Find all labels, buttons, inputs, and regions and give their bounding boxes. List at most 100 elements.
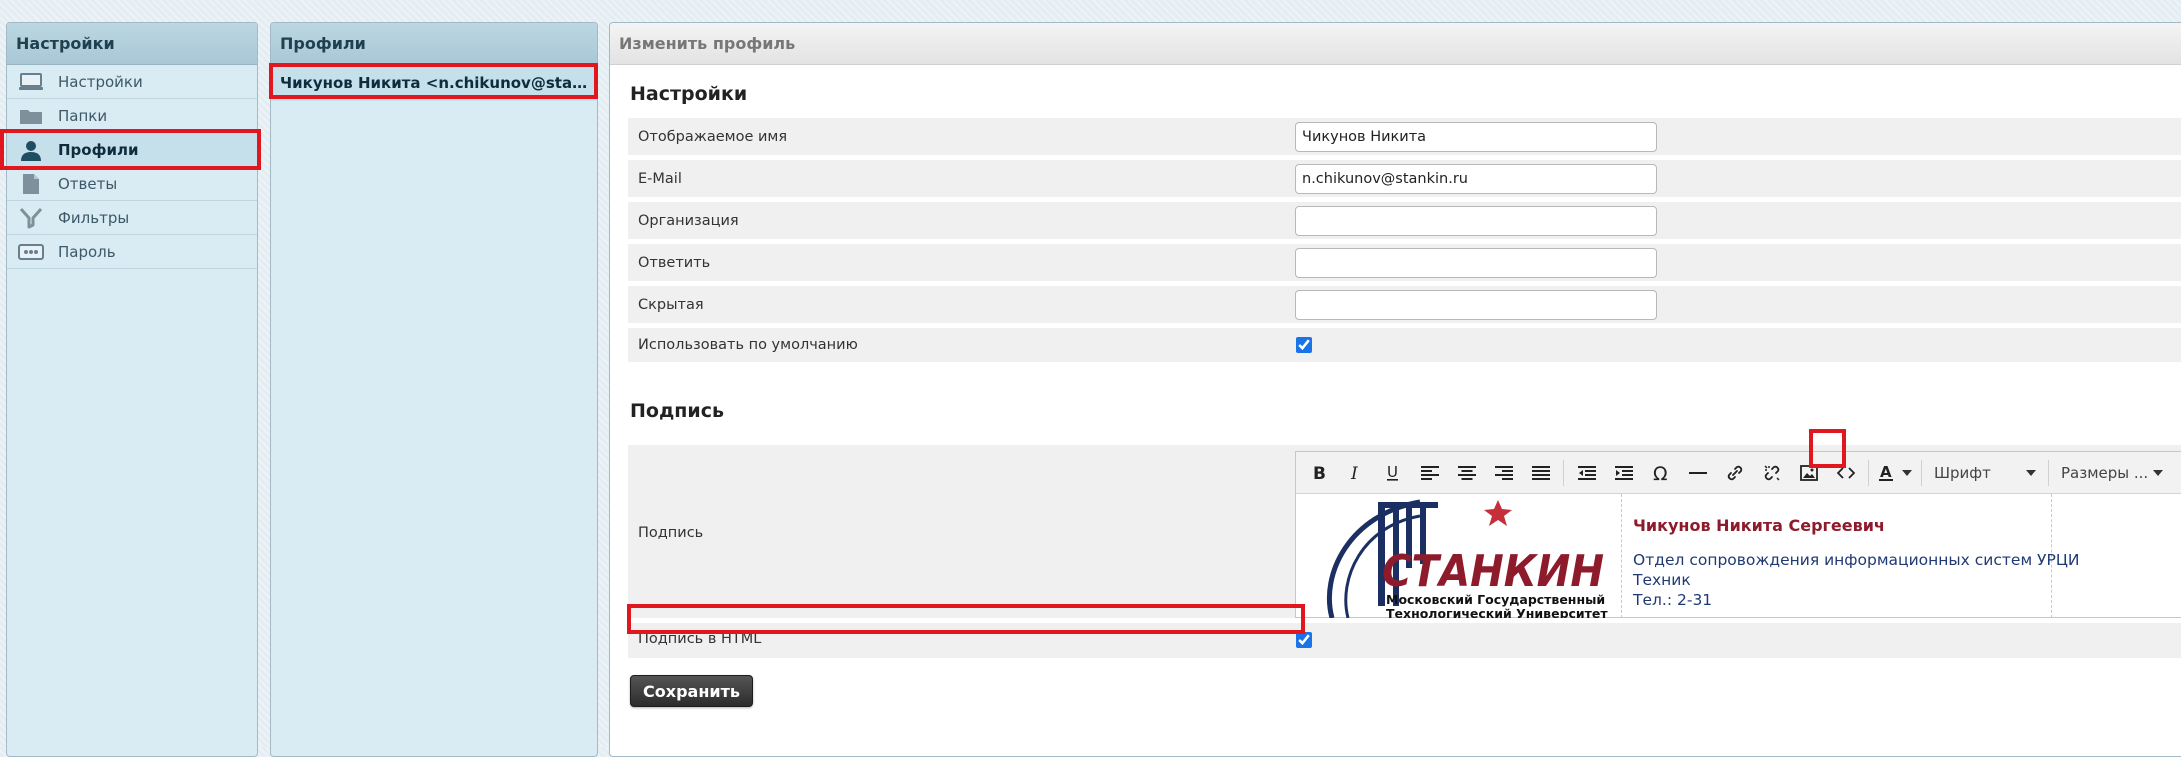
link-button[interactable]: [1716, 457, 1753, 489]
profiles-list-panel: Профили Чикунов Никита <n.chikunov@stank…: [270, 22, 598, 757]
bold-icon: B: [1313, 464, 1326, 482]
editor-toolbar: B I U Ω A Шрифт Размеры ...: [1296, 452, 2181, 494]
settings-section-title: Настройки: [630, 83, 748, 105]
organization-input[interactable]: [1295, 205, 1657, 236]
toolbar-separator: [1563, 459, 1564, 486]
html-signature-label: Подпись в HTML: [638, 631, 762, 647]
default-label: Использовать по умолчанию: [638, 337, 858, 353]
logo-subtitle-line2: Технологический Университет: [1386, 606, 1608, 618]
sidebar-item-label: Настройки: [58, 72, 143, 91]
svg-text:A: A: [1880, 464, 1892, 481]
organization-row: Организация: [628, 202, 2181, 239]
sidebar-item-filters[interactable]: Фильтры: [7, 201, 257, 235]
link-icon: [1727, 465, 1742, 480]
edit-profile-title: Изменить профиль: [610, 23, 2181, 65]
email-row: E-Mail: [628, 160, 2181, 197]
chevron-down-icon: [1902, 469, 1912, 476]
logo-text: СТАНКИН: [1382, 546, 1604, 597]
source-code-button[interactable]: [1827, 457, 1864, 489]
sidebar-item-password[interactable]: Пароль: [7, 235, 257, 269]
omega-icon: Ω: [1653, 464, 1668, 482]
bcc-input[interactable]: [1295, 289, 1657, 320]
font-family-dropdown[interactable]: Шрифт: [1926, 457, 2044, 489]
chevron-down-icon: [2153, 469, 2163, 476]
toolbar-separator: [1868, 459, 1869, 486]
svg-text:U: U: [1387, 464, 1398, 481]
email-input[interactable]: [1295, 163, 1657, 194]
html-signature-checkbox[interactable]: [1296, 632, 1312, 648]
profiles-list-title: Профили: [271, 23, 597, 65]
indent-icon: [1614, 465, 1633, 480]
sidebar-item-label: Папки: [58, 106, 108, 125]
save-button[interactable]: Сохранить: [630, 675, 753, 707]
align-center-icon: [1457, 465, 1476, 480]
unlink-icon: [1763, 464, 1780, 481]
display-name-label: Отображаемое имя: [638, 128, 788, 145]
text-color-button[interactable]: A: [1873, 457, 1917, 489]
document-icon: [16, 173, 46, 195]
underline-icon: U: [1386, 464, 1398, 481]
align-right-button[interactable]: [1485, 457, 1522, 489]
signature-content-area[interactable]: СТАНКИН Московский Государственный Техно…: [1296, 494, 2181, 618]
edit-profile-panel: Изменить профиль Настройки Отображаемое …: [609, 22, 2181, 757]
display-name-input[interactable]: [1295, 121, 1657, 152]
image-icon: [1799, 464, 1818, 481]
stankin-logo: СТАНКИН Московский Государственный Техно…: [1326, 499, 1608, 618]
align-left-icon: [1420, 465, 1439, 480]
display-name-row: Отображаемое имя: [628, 118, 2181, 155]
password-icon: [16, 241, 46, 263]
svg-text:B: B: [1313, 464, 1326, 482]
align-center-button[interactable]: [1448, 457, 1485, 489]
underline-button[interactable]: U: [1374, 457, 1411, 489]
chevron-down-icon: [2026, 469, 2036, 476]
sidebar-item-responses[interactable]: Ответы: [7, 167, 257, 201]
align-justify-button[interactable]: [1522, 457, 1559, 489]
align-left-button[interactable]: [1411, 457, 1448, 489]
horizontal-rule-button[interactable]: [1679, 457, 1716, 489]
svg-text:I: I: [1350, 464, 1358, 482]
bold-button[interactable]: B: [1300, 457, 1337, 489]
logo-subtitle-line1: Московский Государственный: [1386, 592, 1605, 607]
svg-text:Ω: Ω: [1653, 464, 1668, 482]
signature-logo-cell: СТАНКИН Московский Государственный Техно…: [1300, 494, 1622, 618]
align-justify-icon: [1531, 465, 1550, 480]
sidebar-item-label: Пароль: [58, 242, 116, 261]
italic-button[interactable]: I: [1337, 457, 1374, 489]
settings-sidebar-title: Настройки: [7, 23, 257, 65]
signature-text-cell: Чикунов Никита Сергеевич Отдел сопровожд…: [1622, 494, 2079, 618]
sidebar-item-profiles[interactable]: Профили: [7, 133, 257, 167]
sidebar-item-settings[interactable]: Настройки: [7, 65, 257, 99]
outdent-icon: [1577, 465, 1596, 480]
sidebar-item-label: Профили: [58, 140, 139, 159]
reply-to-row: Ответить: [628, 244, 2181, 281]
horizontal-rule-icon: [1688, 471, 1707, 474]
toolbar-separator: [2048, 459, 2049, 486]
sidebar-item-folders[interactable]: Папки: [7, 99, 257, 133]
monitor-icon: [16, 71, 46, 93]
sidebar-item-label: Фильтры: [58, 208, 130, 227]
align-right-icon: [1494, 465, 1513, 480]
default-row: Использовать по умолчанию: [628, 328, 2181, 362]
signature-section-title: Подпись: [630, 400, 725, 422]
signature-department: Отдел сопровождения информационных систе…: [1633, 551, 2080, 569]
unlink-button[interactable]: [1753, 457, 1790, 489]
signature-full-name: Чикунов Никита Сергеевич: [1633, 516, 1885, 535]
default-checkbox[interactable]: [1296, 337, 1312, 353]
reply-to-input[interactable]: [1295, 247, 1657, 278]
profile-list-item[interactable]: Чикунов Никита <n.chikunov@stankin.ru>: [271, 65, 597, 101]
outdent-button[interactable]: [1568, 457, 1605, 489]
image-button[interactable]: [1790, 457, 1827, 489]
email-label: E-Mail: [638, 170, 682, 187]
indent-button[interactable]: [1605, 457, 1642, 489]
signature-position: Техник: [1633, 571, 1691, 589]
special-char-button[interactable]: Ω: [1642, 457, 1679, 489]
signature-editor: B I U Ω A Шрифт Размеры ... СТАНКИН Моск…: [1295, 451, 2181, 618]
sidebar-item-label: Ответы: [58, 174, 118, 193]
code-icon: [1836, 466, 1855, 479]
font-size-dropdown[interactable]: Размеры ...: [2053, 457, 2171, 489]
bcc-row: Скрытая: [628, 286, 2181, 323]
reply-to-label: Ответить: [638, 254, 711, 271]
folder-icon: [16, 105, 46, 127]
text-color-icon: A: [1879, 464, 1893, 481]
bcc-label: Скрытая: [638, 296, 704, 313]
